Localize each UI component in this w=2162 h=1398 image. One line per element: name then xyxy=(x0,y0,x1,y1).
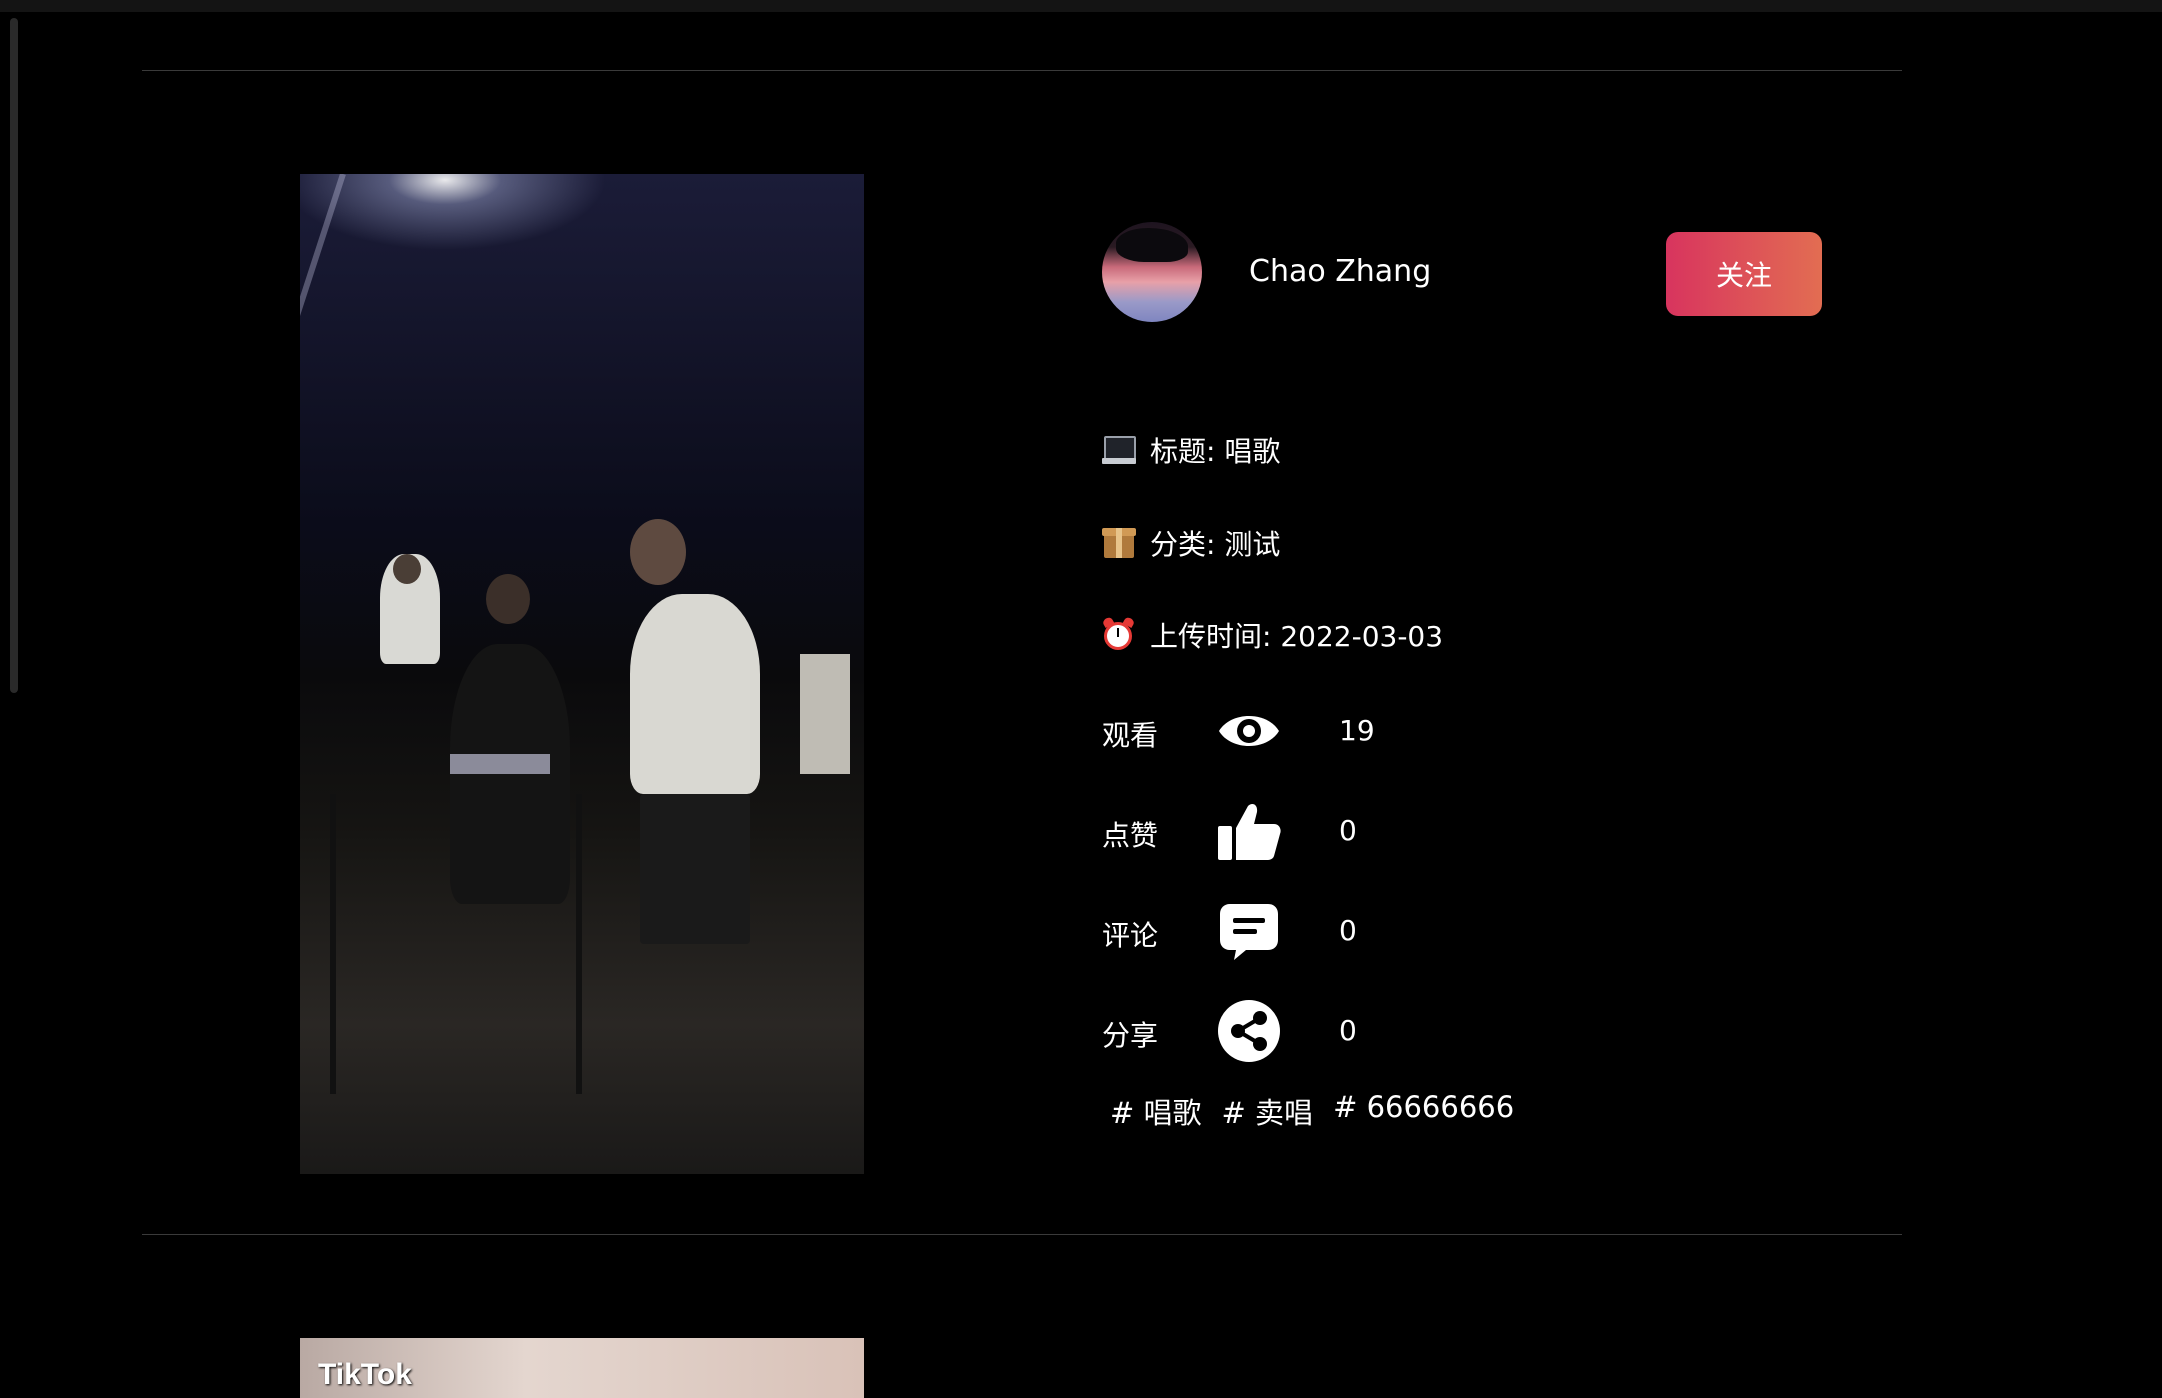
category-text: 分类: 测试 xyxy=(1150,528,1281,561)
views-label: 观看 xyxy=(1102,719,1159,752)
share-icon[interactable] xyxy=(1216,998,1282,1064)
follow-button[interactable]: 关注 xyxy=(1666,232,1822,316)
next-video-thumbnail[interactable]: TikTok xyxy=(300,1338,864,1398)
likes-label: 点赞 xyxy=(1102,819,1159,852)
author-row: Chao Zhang 关注 xyxy=(1102,222,1822,322)
upload-time-text: 上传时间: 2022-03-03 xyxy=(1150,620,1444,653)
light-glare xyxy=(300,174,346,423)
tag-list: # 唱歌 # 卖唱 # 66666666 xyxy=(1110,1090,1514,1132)
package-icon xyxy=(1102,526,1136,560)
comments-row: 评论 0 xyxy=(1102,898,1502,964)
tag[interactable]: # 唱歌 xyxy=(1110,1090,1202,1132)
avatar-tree-silhouette xyxy=(1116,228,1188,262)
top-strip xyxy=(0,0,2162,12)
shares-row: 分享 0 xyxy=(1102,998,1502,1064)
keyboard xyxy=(450,754,550,774)
person-head xyxy=(486,574,530,624)
likes-count: 0 xyxy=(1339,814,1357,847)
person-head xyxy=(393,554,421,584)
alarm-clock-icon xyxy=(1101,616,1136,652)
views-count: 19 xyxy=(1339,714,1375,747)
likes-row: 点赞 0 xyxy=(1102,798,1502,864)
tiktok-watermark: TikTok xyxy=(318,1358,412,1391)
views-row: 观看 19 xyxy=(1102,698,1502,764)
divider xyxy=(142,70,1902,71)
scrollbar[interactable] xyxy=(10,18,18,693)
laptop-icon xyxy=(1102,433,1136,467)
eye-icon[interactable] xyxy=(1216,698,1282,764)
keyboard-stand xyxy=(330,794,582,1094)
shares-count: 0 xyxy=(1339,1014,1357,1047)
author-name[interactable]: Chao Zhang xyxy=(1249,254,1431,289)
divider xyxy=(142,1234,1902,1235)
tag[interactable]: # 66666666 xyxy=(1333,1090,1514,1132)
tag[interactable]: # 卖唱 xyxy=(1222,1090,1314,1132)
singer-head xyxy=(630,519,686,585)
thumbs-up-icon[interactable] xyxy=(1216,798,1282,864)
title-text: 标题: 唱歌 xyxy=(1150,435,1281,468)
comments-count: 0 xyxy=(1339,914,1357,947)
comments-label: 评论 xyxy=(1102,919,1159,952)
singer-shirt xyxy=(630,594,760,794)
title-line: 标题: 唱歌 xyxy=(1102,428,1280,472)
railing xyxy=(800,654,850,774)
singer-shorts xyxy=(640,794,750,944)
avatar[interactable] xyxy=(1102,222,1202,322)
upload-time-line: 上传时间: 2022-03-03 xyxy=(1101,613,1444,657)
shares-label: 分享 xyxy=(1102,1019,1159,1052)
comment-icon[interactable] xyxy=(1216,898,1282,964)
video-player[interactable] xyxy=(300,174,864,1174)
category-line: 分类: 测试 xyxy=(1102,521,1280,565)
